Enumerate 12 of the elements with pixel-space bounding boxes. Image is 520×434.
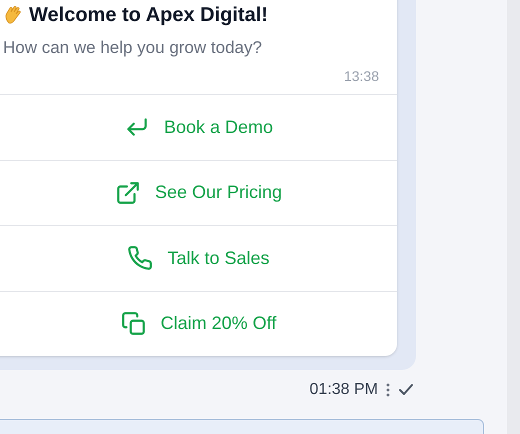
- action-button[interactable]: Book a Demo: [0, 94, 397, 160]
- action-button[interactable]: Claim 20% Off: [0, 290, 397, 356]
- action-button[interactable]: Talk to Sales: [0, 225, 397, 290]
- phone-icon: [127, 245, 154, 272]
- more-options-icon[interactable]: [386, 383, 390, 397]
- action-button[interactable]: See Our Pricing: [0, 160, 397, 225]
- message-time: 13:38: [344, 67, 379, 85]
- external-link-icon: [114, 180, 141, 206]
- copy-icon: [120, 310, 147, 337]
- message-timestamp: 01:38 PM: [310, 380, 378, 400]
- message-title: Welcome to Apex Digital!: [29, 3, 268, 28]
- message-subtitle: How can we help you grow today?: [3, 37, 262, 59]
